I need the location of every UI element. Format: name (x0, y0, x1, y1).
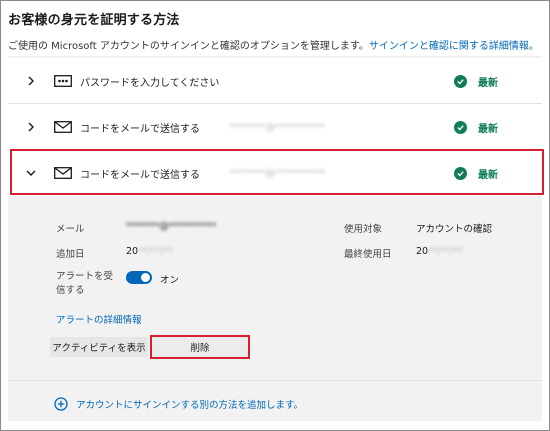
description-text: ご使用の Microsoft アカウントのサインインと確認のオプションを管理しま… (8, 41, 369, 52)
email-value: *******@********** (126, 221, 217, 232)
page-title: お客様の身元を証明する方法 (8, 13, 180, 28)
method-label: コードをメールで送信する (80, 123, 200, 135)
method-email: *******@********** (230, 167, 325, 179)
chevron-right-icon[interactable] (24, 120, 38, 134)
method-row-email-1[interactable]: コードをメールで送信する *******@********** 最新 (8, 104, 542, 150)
added-value-prefix: 20 (126, 246, 139, 257)
toggle-knob (141, 273, 150, 282)
added-label: 追加日 (56, 249, 85, 260)
added-value-rest: **/**/** (138, 246, 173, 257)
check-circle-icon (454, 120, 467, 134)
password-dots-icon (54, 74, 72, 88)
view-activity-button[interactable]: アクティビティを表示 (50, 337, 148, 357)
last-used-value-rest: **/**/** (428, 246, 463, 257)
check-circle-icon (454, 74, 467, 88)
alert-details-link[interactable]: アラートの詳細情報 (56, 312, 142, 326)
add-method-link[interactable]: アカウントにサインインする別の方法を追加します。 (76, 397, 303, 411)
method-label: パスワードを入力してください (80, 77, 220, 89)
chevron-right-icon[interactable] (24, 74, 38, 88)
check-circle-icon (454, 166, 467, 180)
added-value: 20**/**/** (126, 246, 173, 257)
last-used-value-prefix: 20 (416, 246, 429, 257)
last-used-label: 最終使用日 (344, 249, 392, 260)
status-text: 最新 (478, 123, 498, 135)
mail-icon (54, 166, 72, 180)
mail-icon (54, 120, 72, 134)
learn-more-link[interactable]: サインインと確認に関する詳細情報。 (369, 41, 539, 52)
method-row-password[interactable]: パスワードを入力してください 最新 (8, 58, 542, 104)
last-used-value: 20**/**/** (416, 246, 463, 257)
page-description: ご使用の Microsoft アカウントのサインインと確認のオプションを管理しま… (8, 37, 548, 52)
alert-label: アラートを受 信する (56, 271, 114, 296)
usage-value: アカウントの確認 (416, 224, 493, 235)
method-row-email-2[interactable]: コードをメールで送信する *******@********** 最新 (8, 150, 542, 196)
method-label: コードをメールで送信する (80, 169, 200, 181)
email-label: メール (56, 224, 85, 235)
alert-state: オン (160, 275, 180, 286)
method-email: *******@********** (230, 121, 325, 133)
chevron-down-icon[interactable] (24, 166, 38, 180)
status-text: 最新 (478, 169, 498, 181)
add-circle-icon[interactable] (54, 396, 68, 411)
alert-toggle[interactable] (126, 271, 152, 284)
status-text: 最新 (478, 77, 498, 89)
usage-label: 使用対象 (344, 224, 383, 235)
delete-button[interactable]: 削除 (150, 335, 250, 359)
